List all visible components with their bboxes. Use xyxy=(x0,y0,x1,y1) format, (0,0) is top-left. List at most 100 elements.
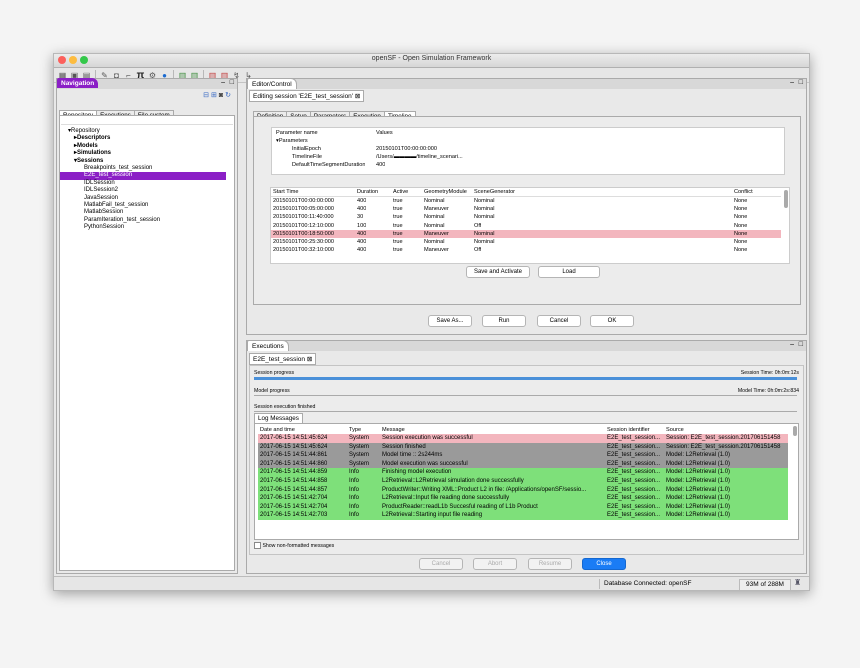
tree-item-session[interactable]: PythonSession xyxy=(68,224,234,231)
log-cell: Model: L2Retrieval (1.0) xyxy=(666,460,731,467)
scrollbar[interactable] xyxy=(793,426,797,436)
log-row[interactable]: 2017-06-15 14:51:42:704 Info L2Retrieval::… xyxy=(258,494,788,503)
table-row[interactable]: 20150101T00:32:10:000 400 true Maneuver Off N… xyxy=(271,246,781,254)
table-row[interactable]: 20150101T00:11:40:000 30 true Nominal Nomina… xyxy=(271,213,781,221)
minimize-icon[interactable]: – xyxy=(221,79,225,86)
repository-tree: ▾Repository ▸Descriptors ▸Models ▸Simula… xyxy=(59,115,235,571)
log-cell: System xyxy=(349,452,370,459)
table-cell: true xyxy=(393,239,403,245)
tree-node-repository[interactable]: ▾Repository xyxy=(68,128,234,135)
table-row[interactable]: 20150101T00:00:00:000 400 true Nominal Nomin… xyxy=(271,197,781,205)
tree-filter[interactable] xyxy=(61,116,233,125)
minimize-icon[interactable]: – xyxy=(790,79,794,86)
memory-indicator[interactable]: 93M of 288M xyxy=(739,579,791,590)
scrollbar[interactable] xyxy=(784,190,788,208)
log-cell: Info xyxy=(349,486,360,493)
log-cell: E2E_test_session... xyxy=(607,503,661,510)
log-row[interactable]: 2017-06-15 14:51:42:704 Info ProductReader… xyxy=(258,502,788,512)
log-row[interactable]: 2017-06-15 14:51:45:624 System Session fin… xyxy=(258,442,788,452)
expand-all-icon[interactable]: ⊞ xyxy=(211,92,219,99)
execution-doc-tab[interactable]: E2E_test_session ⊠ xyxy=(249,353,317,365)
table-cell: Nominal xyxy=(474,206,495,213)
tree-node-simulations[interactable]: ▸Simulations xyxy=(68,150,234,157)
tree-item-session-selected[interactable]: E2E_test_session xyxy=(60,172,226,180)
editor-doc-tab[interactable]: Editing session 'E2E_test_session' ⊠ xyxy=(249,90,365,102)
table-row[interactable]: 20150101T00:12:10:000 100 true Nominal Off No… xyxy=(271,222,781,230)
log-cell: Info xyxy=(349,512,360,519)
log-row[interactable]: 2017-06-15 14:51:44:861 System Model time … xyxy=(258,451,788,460)
cancel-execution-button[interactable]: Cancel xyxy=(419,558,463,570)
table-row[interactable]: 20150101T00:18:50:000 400 true Maneuver Nomi… xyxy=(271,229,781,239)
tree-item-session[interactable]: MatlabFail_test_session xyxy=(68,202,234,209)
close-icon[interactable]: ⊠ xyxy=(307,356,312,363)
show-non-formatted-checkbox[interactable] xyxy=(254,542,261,549)
ok-button[interactable]: OK xyxy=(590,315,634,327)
log-cell: E2E_test_session... xyxy=(607,478,661,484)
log-cell: E2E_test_session... xyxy=(607,486,661,493)
close-button[interactable]: Close xyxy=(582,558,626,570)
table-cell: 400 xyxy=(357,198,367,204)
table-cell: None xyxy=(734,239,748,245)
session-progress-label: Session progress xyxy=(254,370,295,376)
table-cell: true xyxy=(393,214,403,221)
table-cell: Maneuver xyxy=(424,230,449,237)
log-cell: L2Retrieval::L2Retrieval simulation done… xyxy=(382,478,524,484)
sync-icon[interactable]: ↻ xyxy=(225,92,233,99)
title-bar: openSF - Open Simulation Framework xyxy=(54,54,809,68)
application-window: openSF - Open Simulation Framework ▦ ▣ ▤… xyxy=(53,53,810,591)
log-cell: 2017-06-15 14:51:44:857 xyxy=(260,486,328,493)
tree-item-session[interactable]: MatlabSession xyxy=(68,209,234,216)
log-row[interactable]: 2017-06-15 14:51:45:624 System Session exe… xyxy=(258,434,788,443)
close-icon[interactable]: ⊠ xyxy=(355,93,360,100)
tree-node-descriptors[interactable]: ▸Descriptors xyxy=(68,135,234,142)
log-cell: L2Retrieval::Starting input file reading xyxy=(382,512,483,519)
tree-item-session[interactable]: IDLSession xyxy=(68,180,234,187)
log-row[interactable]: 2017-06-15 14:51:44:858 Info L2Retrieval::… xyxy=(258,477,788,486)
table-cell: None xyxy=(734,247,748,254)
table-cell: true xyxy=(393,206,403,213)
tree-node-sessions[interactable]: ▾Sessions xyxy=(68,158,234,165)
maximize-icon[interactable]: □ xyxy=(799,79,803,86)
table-cell: 20150101T00:05:00:000 xyxy=(273,206,334,213)
table-cell: Off xyxy=(474,247,482,254)
cancel-button[interactable]: Cancel xyxy=(537,315,581,327)
log-cell: Model: L2Retrieval (1.0) xyxy=(666,503,731,510)
timeline-tab-content: Parameter name Values ▾Parameters Initia… xyxy=(253,116,801,305)
collapse-all-icon[interactable]: ⊟ xyxy=(203,92,211,99)
log-cell: Info xyxy=(349,503,360,510)
editor-panel: Editor/Control – □ Editing session 'E2E_… xyxy=(246,78,807,335)
tree-item-session[interactable]: IDLSession2 xyxy=(68,187,234,194)
log-row[interactable]: 2017-06-15 14:51:44:860 System Model execu… xyxy=(258,459,788,469)
tree-item-session[interactable]: ParamIteration_test_session xyxy=(68,217,234,224)
table-row[interactable]: 20150101T00:05:00:000 400 true Maneuver Nomi… xyxy=(271,205,781,213)
table-cell: Nominal xyxy=(474,198,495,204)
log-cell: Finishing model execution xyxy=(382,469,452,476)
table-cell: 20150101T00:25:30:000 xyxy=(273,239,334,245)
log-row[interactable]: 2017-06-15 14:51:44:857 Info ProductWriter… xyxy=(258,485,788,495)
tree-item-session[interactable]: JavaSession xyxy=(68,195,234,202)
save-and-activate-button[interactable]: Save and Activate xyxy=(466,266,530,278)
run-button[interactable]: Run xyxy=(482,315,526,327)
table-cell: Off xyxy=(474,222,482,229)
abort-button[interactable]: Abort xyxy=(473,558,517,570)
tab-log-messages[interactable]: Log Messages xyxy=(254,413,303,423)
log-cell: Session finished xyxy=(382,443,426,450)
load-button[interactable]: Load xyxy=(538,266,600,278)
table-row[interactable]: 20150101T00:25:30:000 400 true Nominal Nomin… xyxy=(271,238,781,246)
maximize-icon[interactable]: □ xyxy=(230,79,234,86)
log-row[interactable]: 2017-06-15 14:51:44:859 Info Finishing mod… xyxy=(258,468,788,477)
table-cell: true xyxy=(393,222,403,229)
log-cell: E2E_test_session... xyxy=(607,460,661,467)
log-row[interactable]: 2017-06-15 14:51:42:703 Info L2Retrieval::… xyxy=(258,511,788,520)
session-time: Session Time: 0h:0m:12s xyxy=(740,370,799,376)
trash-icon[interactable]: ♜ xyxy=(794,578,801,587)
save-as-button[interactable]: Save As... xyxy=(428,315,472,327)
resume-button[interactable]: Resume xyxy=(528,558,572,570)
table-cell: 20150101T00:18:50:000 xyxy=(273,230,334,237)
tree-node-models[interactable]: ▸Models xyxy=(68,143,234,150)
log-cell: ProductWriter::Writing XML::Product L2 i… xyxy=(382,486,587,493)
navigation-title: Navigation xyxy=(57,78,99,88)
tree-item-session[interactable]: Breakpoints_test_session xyxy=(68,165,234,172)
maximize-icon[interactable]: □ xyxy=(799,341,803,348)
minimize-icon[interactable]: – xyxy=(790,341,794,348)
